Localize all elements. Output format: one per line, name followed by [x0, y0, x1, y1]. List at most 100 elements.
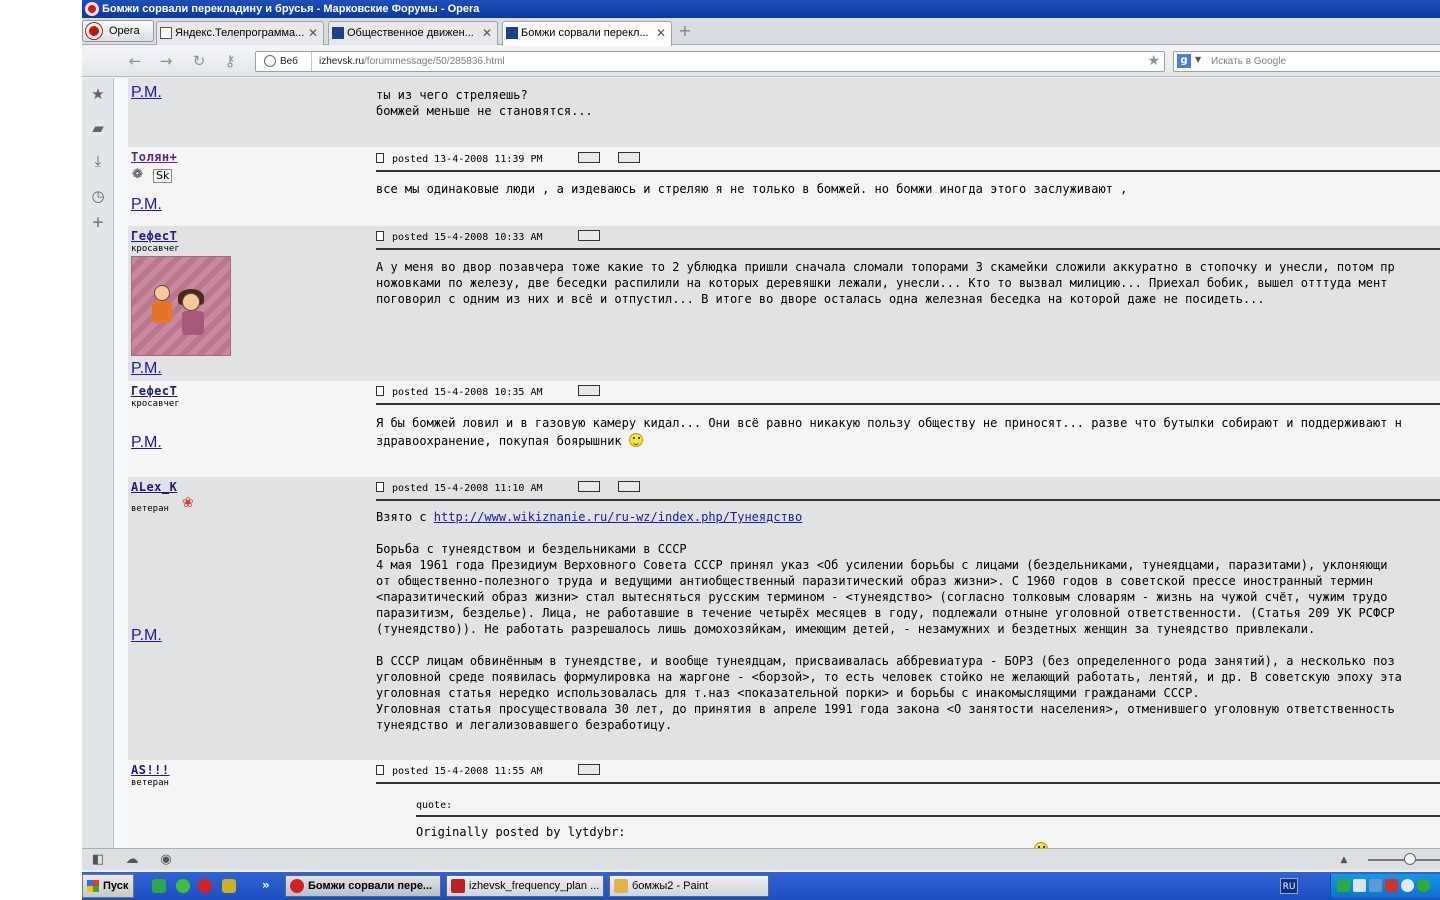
google-icon[interactable]: g — [1177, 54, 1191, 68]
message-line: паразитизм, безделье). Лица, не работавш… — [376, 606, 1395, 620]
tray-icon[interactable] — [1401, 879, 1414, 892]
close-tab-icon[interactable]: ✕ — [308, 22, 318, 44]
quicklaunch-icon[interactable] — [222, 879, 236, 893]
language-indicator[interactable]: RU — [1280, 878, 1298, 894]
quicklaunch-icon[interactable] — [176, 879, 190, 893]
start-button[interactable]: Пуск — [82, 874, 134, 898]
quicklaunch-overflow[interactable]: » — [262, 878, 270, 892]
chevron-down-icon[interactable]: ▼ — [1195, 55, 1201, 64]
panel-toggle-icon[interactable]: ◧ — [90, 852, 106, 868]
post-icon — [376, 231, 384, 241]
bookmarks-star-icon[interactable]: ★ — [90, 86, 106, 102]
opera-quicklaunch-icon[interactable] — [198, 879, 212, 893]
message-line: Я бы бомжей ловил и в газовую камеру кид… — [376, 416, 1402, 430]
user-rank: ветеран — [131, 778, 169, 788]
windows-flag-icon — [87, 880, 99, 892]
post-date: posted 15-4-2008 11:55 AM — [392, 766, 543, 777]
taskbar-window-paint[interactable]: бомжы2 - Paint — [609, 875, 769, 897]
tab-current-thread[interactable]: Бомжи сорвали перекл... ✕ — [502, 21, 672, 46]
web-badge[interactable]: Веб — [256, 52, 312, 71]
tray-icon[interactable] — [1337, 879, 1350, 892]
new-tab-icon[interactable]: + — [676, 23, 694, 41]
forum-post: ALex_K ветеран ❀ P.M. posted 15-4-2008 1… — [128, 477, 1440, 760]
post-author[interactable]: ALex_K — [131, 480, 177, 494]
quote-label: quote: — [416, 800, 453, 811]
message-line: уголовной среде появилась формулировка н… — [376, 670, 1402, 684]
message-line: от общественно-полезного труда и ведущим… — [376, 574, 1373, 588]
url-text[interactable]: izhevsk.ru/forummessage/50/285836.html — [319, 52, 505, 71]
site-icon — [506, 27, 518, 39]
add-panel-icon[interactable]: + — [90, 214, 106, 230]
history-clock-icon[interactable]: ◷ — [90, 188, 106, 204]
profile-icon[interactable] — [578, 230, 600, 241]
view-up-icon[interactable]: ▲ — [1336, 852, 1352, 868]
message-line: Борьба с тунеядством и бездельниками в С… — [376, 542, 687, 556]
notes-icon[interactable]: ▰ — [90, 120, 106, 136]
tray-icon[interactable] — [1385, 879, 1398, 892]
pm-link[interactable]: P.M. — [131, 84, 162, 102]
email-icon[interactable] — [618, 152, 640, 163]
quote-divider — [416, 815, 1440, 817]
post-date: posted 15-4-2008 10:33 AM — [392, 232, 543, 243]
profile-icon[interactable] — [578, 764, 600, 775]
profile-icon[interactable] — [578, 152, 600, 163]
forward-arrow-icon[interactable]: → — [156, 52, 176, 70]
back-arrow-icon[interactable]: ← — [125, 52, 145, 70]
zoom-slider-handle[interactable] — [1404, 853, 1416, 865]
status-bar: ◧ ☁ ◉ ▲ — [82, 848, 1440, 870]
key-icon[interactable]: ⚷ — [220, 52, 240, 70]
close-tab-icon[interactable]: ✕ — [656, 22, 666, 44]
quicklaunch-icon[interactable] — [152, 879, 166, 893]
forum-post: ГефесТ кросавчег P.M. posted 15-4-2008 1… — [128, 381, 1440, 477]
downloads-icon[interactable]: ⤓ — [90, 153, 106, 169]
profile-icon[interactable] — [578, 385, 600, 396]
opera-menu-label: Opera — [109, 25, 140, 37]
post-author[interactable]: Толян+ — [131, 150, 177, 164]
page-margin — [114, 78, 128, 848]
post-author[interactable]: ГефесТ — [131, 229, 177, 243]
tab-yandex[interactable]: Яндекс.Телепрограмма... ✕ — [156, 21, 324, 45]
message-line: ножовками по железу, две беседки распили… — [376, 276, 1388, 290]
taskbar-window-label: Бомжи сорвали пере... — [308, 880, 433, 892]
close-tab-icon[interactable]: ✕ — [482, 22, 492, 44]
sk-badge: Sk — [153, 169, 173, 183]
post-date: posted 13-4-2008 11:39 PM — [392, 154, 543, 165]
message-line: <паразитический образ жизни> стал вытесн… — [376, 590, 1388, 604]
network-icon[interactable] — [1369, 879, 1382, 892]
post-author[interactable]: AS!!! — [131, 763, 170, 777]
pm-link[interactable]: P.M. — [131, 627, 162, 645]
smiley-icon — [628, 433, 643, 447]
bookmark-star-icon[interactable]: ★ — [1147, 53, 1160, 69]
post-divider — [376, 170, 1440, 172]
browser-window: Бомжи сорвали перекладину и брусья - Мар… — [82, 0, 1440, 872]
user-avatar — [131, 256, 231, 356]
unite-cloud-icon[interactable]: ☁ — [124, 852, 140, 868]
reload-icon[interactable]: ↻ — [189, 52, 209, 70]
post-message: А у меня во двор позавчера тоже какие то… — [376, 259, 1440, 307]
post-date: posted 15-4-2008 11:10 AM — [392, 483, 543, 494]
pm-link[interactable]: P.M. — [131, 360, 162, 378]
tray-icon[interactable] — [1417, 879, 1430, 892]
flower-badge-icon: ❁ — [132, 167, 143, 182]
post-divider — [376, 403, 1440, 405]
email-icon[interactable] — [618, 481, 640, 492]
search-box[interactable]: g ▼ Искать в Google — [1173, 51, 1440, 72]
source-prefix: Взято с — [376, 510, 434, 524]
turbo-icon[interactable]: ◉ — [158, 852, 174, 868]
message-line: тунеядство и легализовавшего безработицу… — [376, 718, 673, 732]
taskbar-window-opera[interactable]: Бомжи сорвали пере... — [285, 875, 441, 897]
opera-menu-button[interactable]: Opera — [82, 20, 154, 42]
address-bar[interactable]: Веб izhevsk.ru/forummessage/50/285836.ht… — [255, 51, 1165, 72]
taskbar-window-pdf[interactable]: izhevsk_frequency_plan ... — [446, 875, 604, 897]
forum-thread: P.M. ты из чего стреляешь? бомжей меньше… — [128, 78, 1440, 848]
tray-icon[interactable] — [1353, 879, 1366, 892]
url-path: /forummessage/50/285836.html — [364, 56, 505, 67]
tab-movement[interactable]: Общественное движен... ✕ — [328, 21, 498, 45]
taskbar-window-label: izhevsk_frequency_plan ... — [469, 880, 600, 892]
post-author[interactable]: ГефесТ — [131, 384, 177, 398]
source-link[interactable]: http://www.wikiznanie.ru/ru-wz/index.php… — [434, 510, 802, 524]
pm-link[interactable]: P.M. — [131, 434, 162, 452]
profile-icon[interactable] — [578, 481, 600, 492]
post-icon — [376, 482, 384, 492]
pm-link[interactable]: P.M. — [131, 196, 162, 214]
